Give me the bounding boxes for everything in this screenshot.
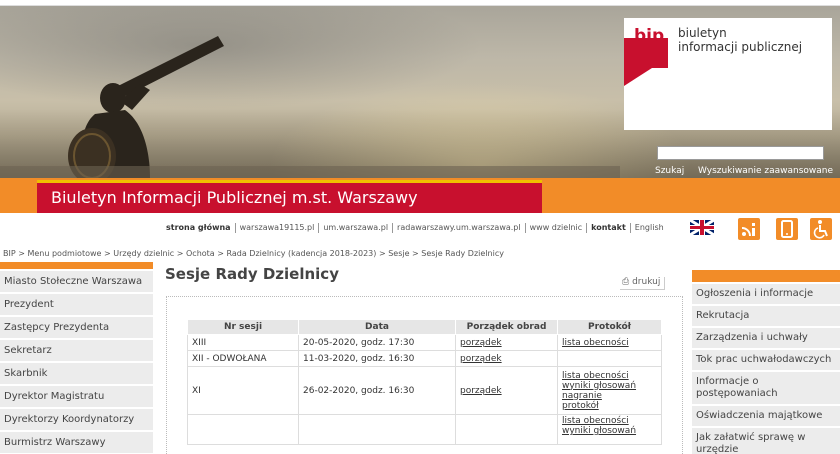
recording-link[interactable]: nagranie [562,391,657,401]
site-title-box[interactable]: Biuletyn Informacji Publicznej m.st. War… [37,180,542,213]
breadcrumb-separator: > [103,249,111,258]
print-button[interactable]: ⎙ drukuj [620,277,666,290]
session-date [298,414,456,445]
nav-home[interactable]: strona główna [162,223,236,233]
agenda-cell: porządek [455,334,558,351]
sidebar-item-informacje-postepowania[interactable]: Informacje o postępowaniach [692,372,840,404]
breadcrumb-sesje[interactable]: Sesje [388,249,409,258]
right-sidebar-header [692,270,840,282]
print-label: drukuj [632,277,661,287]
protocol-cell: lista obecności wyniki głosowań [557,414,662,445]
agenda-link[interactable]: porządek [460,338,502,348]
print-icon: ⎙ [622,277,630,287]
bip-logo-word: bip [634,26,665,46]
top-navigation: strona główna warszawa19115.pl um.warsza… [162,219,668,237]
breadcrumb-separator: > [217,249,224,258]
attendance-list-link[interactable]: lista obecności [562,371,657,381]
voting-results-link[interactable]: wyniki głosowań [562,381,657,391]
session-number: XIII [187,334,299,351]
sidebar-item-miasto[interactable]: Miasto Stołeczne Warszawa [0,271,153,292]
agenda-cell: porządek [455,366,558,415]
bip-logo-text-line1: biuletyn [678,26,727,40]
search-button[interactable]: Szukaj [655,166,684,176]
sidebar-item-rekrutacja[interactable]: Rekrutacja [692,306,840,326]
sidebar-item-dyrektorzy-koordynatorzy[interactable]: Dyrektorzy Koordynatorzy [0,409,153,430]
breadcrumb-separator: > [412,249,419,258]
bip-logo-text: biuletyn informacji publicznej [678,26,828,54]
breadcrumb-bip[interactable]: BIP [3,249,16,258]
advanced-search-link[interactable]: Wyszukiwanie zaawansowane [698,166,833,176]
sidebar-item-burmistrz[interactable]: Burmistrz Warszawy [0,432,153,453]
page-title: Sesje Rady Dzielnicy [165,265,339,283]
bip-logo[interactable]: bip biuletyn informacji publicznej [624,18,832,130]
right-sidebar: Ogłoszenia i informacje Rekrutacja Zarzą… [692,270,840,454]
breadcrumb-separator: > [378,249,386,258]
nav-english[interactable]: English [631,223,668,233]
sidebar-item-zastepcy[interactable]: Zastępcy Prezydenta [0,317,153,338]
session-number: XII - ODWOŁANA [187,350,299,367]
nav-kontakt[interactable]: kontakt [587,223,631,233]
attendance-list-link[interactable]: lista obecności [562,338,657,348]
breadcrumb-separator: > [176,249,184,258]
breadcrumb-current: Sesje Rady Dzielnicy [421,249,504,258]
bip-logo-flag [624,68,652,86]
column-header-nr: Nr sesji [187,319,299,335]
nav-www-dzielnic[interactable]: www dzielnic [526,223,588,233]
accessibility-icon[interactable] [810,218,832,240]
sidebar-item-oswiadczenia[interactable]: Oświadczenia majątkowe [692,406,840,426]
breadcrumb-rada-dzielnicy[interactable]: Rada Dzielnicy (kadencja 2018-2023) [227,249,377,258]
session-number: XI [187,366,299,415]
agenda-link[interactable]: porządek [460,354,502,364]
left-sidebar-header [0,262,153,269]
left-sidebar: Miasto Stołeczne Warszawa Prezydent Zast… [0,262,153,453]
protocol-cell: lista obecności [557,334,662,351]
sidebar-item-zarzadzenia[interactable]: Zarządzenia i uchwały [692,328,840,348]
breadcrumb-menu-podmiotowe[interactable]: Menu podmiotowe [27,249,101,258]
voting-results-link[interactable]: wyniki głosowań [562,426,657,436]
mobile-icon[interactable] [776,218,798,240]
column-header-data: Data [298,319,456,335]
table-row: XII - ODWOŁANA 11-03-2020, godz. 16:30 p… [187,350,662,367]
sidebar-item-ogloszenia[interactable]: Ogłoszenia i informacje [692,284,840,304]
breadcrumb-separator: > [18,249,25,258]
breadcrumb-urzedy-dzielnic[interactable]: Urzędy dzielnic [113,249,174,258]
agenda-cell [455,414,558,445]
session-date: 20-05-2020, godz. 17:30 [298,334,456,351]
table-header-row: Nr sesji Data Porządek obrad Protokół [187,319,662,335]
breadcrumb-ochota[interactable]: Ochota [186,249,215,258]
site-title: Biuletyn Informacji Publicznej m.st. War… [51,188,418,207]
protocol-link[interactable]: protokół [562,401,657,411]
protocol-cell [557,350,662,367]
bip-logo-text-line2: informacji publicznej [678,40,803,54]
search-input[interactable] [657,146,824,160]
agenda-link[interactable]: porządek [460,386,502,396]
title-gold-stripe [37,180,542,183]
protocol-cell: lista obecności wyniki głosowań nagranie… [557,366,662,415]
column-header-porzadek: Porządek obrad [455,319,558,335]
uk-flag-icon[interactable] [690,220,714,235]
session-date: 26-02-2020, godz. 16:30 [298,366,456,415]
table-row: lista obecności wyniki głosowań [187,414,662,445]
breadcrumb: BIP > Menu podmiotowe > Urzędy dzielnic … [3,249,504,258]
agenda-cell: porządek [455,350,558,367]
nav-um-warszawa[interactable]: um.warszawa.pl [319,223,394,233]
rss-icon[interactable] [738,218,760,240]
sidebar-item-skarbnik[interactable]: Skarbnik [0,363,153,384]
table-row: XIII 20-05-2020, godz. 17:30 porządek li… [187,334,662,351]
sidebar-item-prezydent[interactable]: Prezydent [0,294,153,315]
table-row: XI 26-02-2020, godz. 16:30 porządek list… [187,366,662,415]
session-date: 11-03-2020, godz. 16:30 [298,350,456,367]
session-number [187,414,299,445]
sessions-table: Nr sesji Data Porządek obrad Protokół XI… [187,319,662,445]
sidebar-item-jak-zalatwic[interactable]: Jak załatwić sprawę w urzędzie [692,428,840,454]
nav-warszawa19115[interactable]: warszawa19115.pl [236,223,320,233]
attendance-list-link[interactable]: lista obecności [562,416,657,426]
column-header-protokol: Protokół [557,319,662,335]
sidebar-item-dyrektor-magistratu[interactable]: Dyrektor Magistratu [0,386,153,407]
nav-radawarszawy[interactable]: radawarszawy.um.warszawa.pl [393,223,526,233]
sidebar-item-tok-prac[interactable]: Tok prac uchwałodawczych [692,350,840,370]
sidebar-item-sekretarz[interactable]: Sekretarz [0,340,153,361]
